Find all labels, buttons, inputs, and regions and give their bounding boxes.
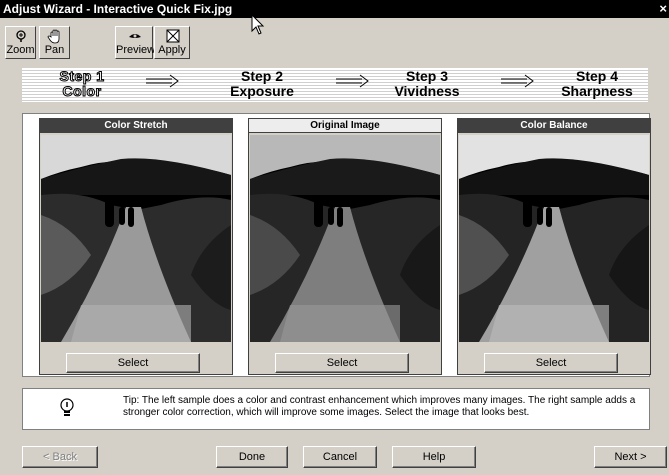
preview-button[interactable]: Preview bbox=[115, 26, 156, 59]
title-bar: Adjust Wizard - Interactive Quick Fix.jp… bbox=[0, 0, 669, 18]
apply-button[interactable]: Apply bbox=[154, 26, 190, 59]
step-1-number: Step 1 bbox=[59, 68, 105, 84]
sample-image[interactable] bbox=[459, 135, 649, 342]
sample-original-image: Original Image Select bbox=[248, 118, 442, 375]
select-button[interactable]: Select bbox=[275, 353, 409, 373]
sample-color-balance: Color Balance Select bbox=[457, 118, 651, 375]
select-button[interactable]: Select bbox=[484, 353, 618, 373]
toolbar: Zoom Pan Preview Apply bbox=[0, 19, 669, 63]
next-button[interactable]: Next > bbox=[594, 446, 667, 468]
back-button[interactable]: < Back bbox=[22, 446, 98, 468]
right-arrow-icon bbox=[501, 74, 534, 88]
eye-icon bbox=[129, 34, 141, 38]
pan-button[interactable]: Pan bbox=[39, 26, 70, 59]
step-2: Step 2 Exposure bbox=[202, 69, 322, 99]
step-1: Step 1 Color bbox=[22, 68, 142, 99]
step-3-name: Vividness bbox=[394, 83, 460, 99]
sample-panel: Color Stretch Select Original Image Sele… bbox=[22, 113, 651, 377]
step-4-number: Step 4 bbox=[575, 68, 618, 84]
sample-title: Original Image bbox=[249, 119, 441, 133]
step-progress-bar: Step 1 Color Step 2 Exposure Step 3 Vivi… bbox=[22, 68, 648, 102]
tip-text: Tip: The left sample does a color and co… bbox=[123, 395, 636, 418]
sample-title: Color Stretch bbox=[40, 119, 232, 133]
zoom-label: Zoom bbox=[6, 44, 35, 56]
step-4: Step 4 Sharpness bbox=[542, 69, 652, 99]
sample-title: Color Balance bbox=[458, 119, 650, 133]
select-button[interactable]: Select bbox=[66, 353, 200, 373]
step-3: Step 3 Vividness bbox=[367, 69, 487, 99]
pan-label: Pan bbox=[44, 44, 65, 56]
step-2-number: Step 2 bbox=[240, 68, 283, 84]
apply-label: Apply bbox=[158, 44, 186, 56]
window-title: Adjust Wizard - Interactive Quick Fix.jp… bbox=[3, 2, 233, 16]
cancel-button[interactable]: Cancel bbox=[303, 446, 377, 468]
help-button[interactable]: Help bbox=[392, 446, 476, 468]
step-4-name: Sharpness bbox=[561, 83, 633, 99]
magnifier-icon bbox=[16, 30, 26, 42]
lightbulb-icon bbox=[60, 398, 74, 416]
preview-label: Preview bbox=[116, 44, 156, 56]
right-arrow-icon bbox=[336, 74, 369, 88]
step-1-name: Color bbox=[62, 83, 102, 99]
step-3-number: Step 3 bbox=[405, 68, 448, 84]
sample-image[interactable] bbox=[41, 135, 231, 342]
sample-image[interactable] bbox=[250, 135, 440, 342]
hand-icon bbox=[47, 29, 60, 44]
apply-icon bbox=[166, 29, 180, 43]
done-button[interactable]: Done bbox=[216, 446, 288, 468]
zoom-button[interactable]: Zoom bbox=[5, 26, 36, 59]
sample-color-stretch: Color Stretch Select bbox=[39, 118, 233, 375]
right-arrow-icon bbox=[146, 74, 179, 88]
close-button[interactable]: × bbox=[659, 0, 667, 18]
step-2-name: Exposure bbox=[230, 83, 294, 99]
tip-box: Tip: The left sample does a color and co… bbox=[22, 388, 650, 430]
